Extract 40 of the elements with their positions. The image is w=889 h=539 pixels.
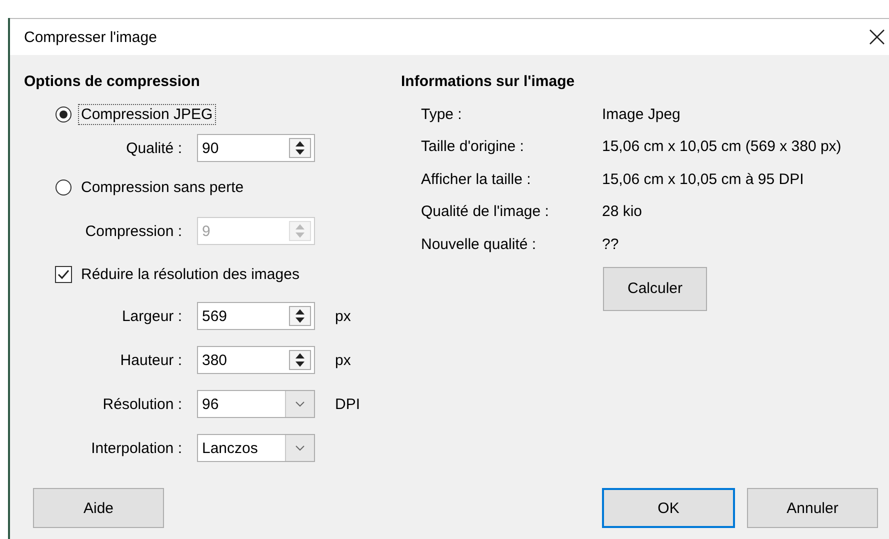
info-label: Qualité de l'image :	[421, 203, 550, 220]
info-label: Taille d'origine :	[421, 138, 525, 156]
info-label: Afficher la taille :	[421, 170, 532, 188]
checkbox[interactable]	[55, 266, 72, 282]
info-value: 15,06 cm x 10,05 cm (569 x 380 px)	[602, 138, 842, 156]
field-label: Interpolation :	[90, 440, 182, 456]
radio-button[interactable]	[55, 178, 72, 196]
unit-label: px	[335, 352, 351, 368]
info-value: 15,06 cm x 10,05 cm à 95 DPI	[602, 170, 804, 188]
field-label: Résolution :	[102, 396, 182, 412]
dialog-button[interactable]: Annuler	[747, 488, 878, 528]
spin-field[interactable]: 380	[197, 346, 315, 374]
info-value: ??	[602, 236, 619, 253]
field-label: Largeur :	[120, 308, 182, 324]
section-heading: Informations sur l'image	[401, 73, 576, 90]
help-button[interactable]: Aide	[33, 488, 164, 528]
spin-field[interactable]: 569	[197, 302, 315, 330]
chevron-down-icon[interactable]	[295, 445, 305, 451]
unit-label: px	[335, 308, 351, 324]
radio-label: Compression sans perte	[80, 178, 245, 198]
unit-label: DPI	[335, 396, 360, 412]
window-title: Compresser l'image	[24, 28, 157, 46]
dropdown-field[interactable]: Lanczos	[197, 434, 315, 462]
section-heading: Options de compression	[24, 73, 201, 90]
info-label: Type :	[421, 106, 463, 123]
spin-field[interactable]: 90	[197, 134, 315, 162]
dialog-button[interactable]: OK	[602, 488, 735, 528]
checkbox-label: Réduire la résolution des images	[80, 264, 300, 284]
info-value: 28 kio	[602, 203, 642, 220]
chevron-down-icon[interactable]	[295, 401, 305, 407]
radio-label: Compression JPEG	[78, 104, 216, 124]
dropdown-field[interactable]: 96	[197, 390, 315, 418]
radio-button[interactable]	[55, 106, 72, 122]
info-label: Nouvelle qualité :	[421, 236, 538, 253]
calculate-button[interactable]: Calculer	[603, 266, 707, 310]
info-value: Image Jpeg	[602, 106, 680, 123]
field-label: Hauteur :	[119, 352, 182, 368]
close-icon[interactable]	[869, 29, 885, 45]
field-label: Compression :	[84, 222, 182, 240]
field-label: Qualité :	[125, 140, 182, 156]
